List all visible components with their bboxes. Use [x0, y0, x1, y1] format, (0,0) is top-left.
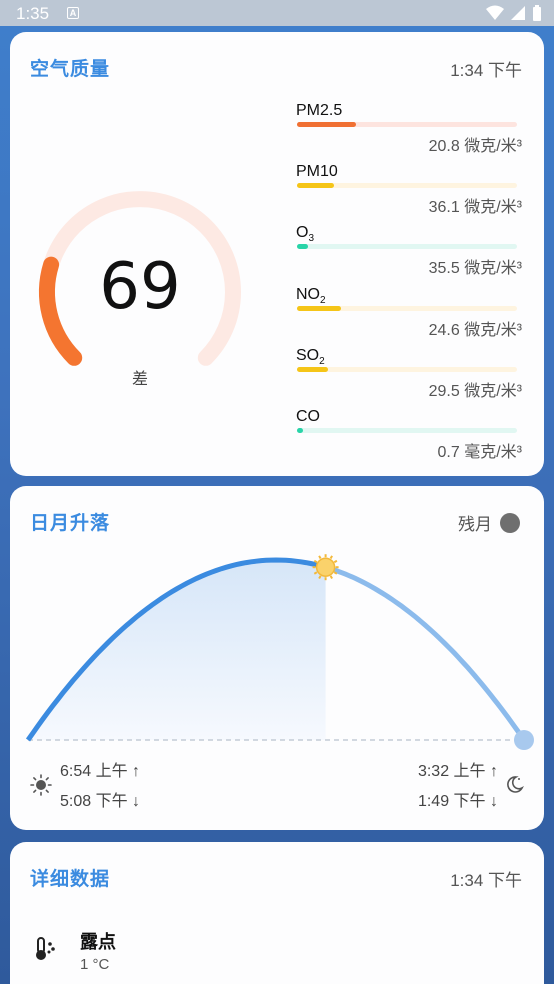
details-title: 详细数据	[30, 869, 111, 890]
pollutant-bar-fill	[297, 122, 357, 127]
sun-moon-card[interactable]: 日月升落 残月 6:54 上午 ↑ 5:08 下午 ↓ 3:32 上午 ↑ 1:…	[10, 486, 544, 830]
pollutant-name: NO2	[296, 286, 326, 307]
moon-icon	[507, 776, 524, 793]
pollutant-bar-track	[297, 183, 517, 188]
sunset-time: 5:08 下午 ↓	[60, 793, 141, 810]
air-quality-time: 1:34 下午	[450, 61, 522, 80]
aqi-value: 69	[99, 250, 181, 324]
aqi-gauge-fill	[39, 256, 83, 366]
pollutant-so2: SO2 29.5 微克/米³	[296, 347, 522, 405]
pollutant-bar-track	[297, 428, 517, 433]
sun-moon-title: 日月升落	[30, 513, 111, 534]
pollutant-bar-fill	[297, 244, 308, 249]
moon-position-icon	[514, 730, 534, 750]
pollutant-bar-fill	[297, 367, 328, 372]
signal-icon	[511, 6, 525, 20]
details-card[interactable]: 详细数据 1:34 下午 露点 1 °C	[10, 842, 544, 984]
moon-phase: 残月	[458, 510, 520, 535]
status-time: 1:35	[16, 4, 50, 23]
pollutant-o3: O3 35.5 微克/米³	[296, 224, 522, 282]
sun-times: 6:54 上午 ↑ 5:08 下午 ↓	[60, 758, 140, 818]
pollutant-name: CO	[296, 408, 320, 425]
pollutant-value: 36.1 微克/米³	[428, 199, 522, 216]
air-quality-card[interactable]: 空气质量 1:34 下午 69 差 PM2.5 20.8 微克/米³ PM10 …	[10, 32, 544, 476]
air-quality-title: 空气质量	[30, 59, 111, 80]
system-icons	[486, 5, 542, 22]
wifi-icon	[486, 5, 504, 20]
sun-icon	[30, 774, 52, 796]
moon-times: 3:32 上午 ↑ 1:49 下午 ↓	[418, 758, 498, 818]
pollutant-bar-track	[297, 367, 517, 372]
pollutant-pm10: PM10 36.1 微克/米³	[296, 163, 522, 221]
battery-icon	[533, 5, 541, 21]
pollutant-value: 20.8 微克/米³	[428, 138, 522, 155]
status-bar: 1:35 A	[0, 0, 554, 26]
pollutant-name: O3	[296, 224, 315, 245]
pollutant-co: CO 0.7 毫克/米³	[296, 408, 522, 466]
pollutant-bar-track	[297, 244, 517, 249]
sun-arc-remaining	[324, 564, 527, 742]
detail-label: 露点	[80, 932, 116, 952]
pollutant-name: PM10	[296, 163, 338, 180]
pollutant-pm25: PM2.5 20.8 微克/米³	[296, 102, 522, 160]
pollutant-no2: NO2 24.6 微克/米³	[296, 286, 522, 344]
sunrise-time: 6:54 上午 ↑	[60, 763, 141, 780]
pollutant-value: 0.7 毫克/米³	[437, 444, 522, 461]
moonrise-time: 3:32 上午 ↑	[417, 763, 498, 780]
detail-value: 1 °C	[80, 956, 110, 973]
pollutant-bar-fill	[297, 428, 303, 433]
pollutant-name: SO2	[296, 347, 325, 368]
moonset-time: 1:49 下午 ↓	[417, 793, 498, 810]
moon-phase-label: 残月	[458, 515, 492, 534]
sun-arc	[25, 554, 534, 750]
pollutant-value: 29.5 微克/米³	[428, 383, 522, 400]
pollutant-name: PM2.5	[296, 102, 343, 119]
pollutant-value: 35.5 微克/米³	[428, 260, 522, 277]
pollutant-bar-fill	[297, 306, 341, 311]
notification-icon: A	[67, 7, 79, 19]
aqi-level: 差	[131, 371, 148, 388]
pollutant-bar-fill	[297, 183, 335, 188]
thermometer-icon	[36, 937, 55, 960]
pollutant-bar-track	[297, 306, 517, 311]
pollutant-bar-track	[297, 122, 517, 127]
pollutant-value: 24.6 微克/米³	[428, 322, 522, 339]
details-time: 1:34 下午	[450, 871, 522, 890]
moon-phase-icon	[500, 512, 520, 533]
